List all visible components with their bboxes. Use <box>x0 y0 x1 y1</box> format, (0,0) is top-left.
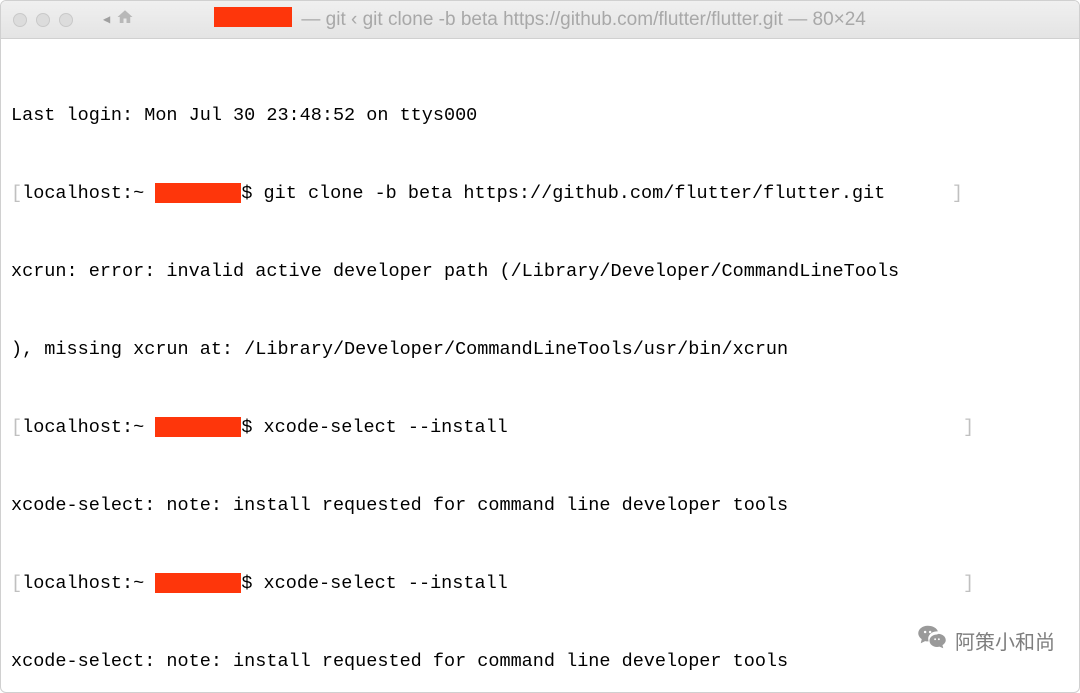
watermark-text: 阿策小和尚 <box>955 626 1055 655</box>
close-button[interactable] <box>13 13 27 27</box>
redacted-username <box>155 573 241 593</box>
terminal-line: xcode-select: note: install requested fo… <box>11 493 1069 519</box>
terminal-line: [localhost:~ $ xcode-select --install ] <box>11 571 1069 597</box>
redacted-username <box>155 183 241 203</box>
home-icon <box>116 8 134 32</box>
terminal-line: [localhost:~ $ xcode-select --install ] <box>11 415 1069 441</box>
window-titlebar[interactable]: ◀ — git ‹ git clone -b beta https://gith… <box>1 1 1079 39</box>
terminal-window: ◀ — git ‹ git clone -b beta https://gith… <box>0 0 1080 693</box>
titlebar-proxy-icon: ◀ <box>103 8 134 32</box>
traffic-lights <box>13 13 73 27</box>
terminal-line: xcrun: error: invalid active developer p… <box>11 259 1069 285</box>
terminal-line: [localhost:~ $ git clone -b beta https:/… <box>11 181 1069 207</box>
back-arrow-icon: ◀ <box>103 12 110 27</box>
window-title: — git ‹ git clone -b beta https://github… <box>1 9 1079 31</box>
terminal-line: Last login: Mon Jul 30 23:48:52 on ttys0… <box>11 103 1069 129</box>
redacted-username <box>214 7 292 27</box>
minimize-button[interactable] <box>36 13 50 27</box>
terminal-output[interactable]: Last login: Mon Jul 30 23:48:52 on ttys0… <box>1 39 1079 693</box>
terminal-line: ), missing xcrun at: /Library/Developer/… <box>11 337 1069 363</box>
watermark: 阿策小和尚 <box>917 622 1055 658</box>
maximize-button[interactable] <box>59 13 73 27</box>
redacted-username <box>155 417 241 437</box>
terminal-line: xcode-select: note: install requested fo… <box>11 649 1069 675</box>
wechat-icon <box>917 622 947 658</box>
